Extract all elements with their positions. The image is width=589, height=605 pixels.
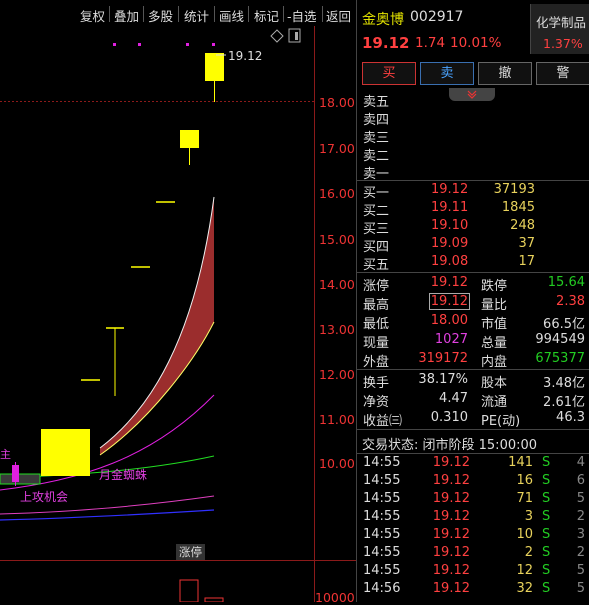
cancel-button[interactable]: 撤 <box>478 62 532 85</box>
price-tick: 13.00 <box>319 322 355 337</box>
divider <box>357 180 589 181</box>
sell-level-3[interactable]: 卖三 <box>357 127 589 146</box>
candle-gray <box>0 473 41 485</box>
volume-bar <box>179 579 199 602</box>
price-change: 1.74 <box>415 35 446 51</box>
buy-level-3[interactable]: 买三 19.10 248 <box>357 218 589 237</box>
candle-large <box>41 429 90 476</box>
diamond-icon <box>270 29 284 43</box>
stat-row: 现量 1027 总量 994549 <box>363 332 585 351</box>
tick-row: 14:55 19.12 16 S 6 <box>363 473 585 488</box>
price-tick: 16.00 <box>319 186 355 201</box>
buy-level-4[interactable]: 买四 19.09 37 <box>357 236 589 255</box>
sell-level-5[interactable]: 卖五 <box>357 91 589 110</box>
trade-status: 交易状态: 闭市阶段 15:00:00 <box>362 438 538 453</box>
candle-body <box>180 130 199 148</box>
buy-level-1[interactable]: 买一 19.12 37193 <box>357 182 589 201</box>
volume-tick: 10000 <box>315 590 355 605</box>
stat-row: 涨停 19.12 跌停 15.64 <box>363 275 585 294</box>
divider <box>357 453 589 454</box>
sell-button[interactable]: 卖 <box>420 62 474 85</box>
stat-row: 收益㈢ 0.310 PE(动) 46.3 <box>363 410 585 429</box>
sell-level-4[interactable]: 卖四 <box>357 109 589 128</box>
ma-blue <box>0 509 215 521</box>
signal-dot <box>138 43 141 46</box>
signal-dot <box>186 43 189 46</box>
tick-row: 14:55 19.12 2S 2 <box>363 545 585 560</box>
sell-level-2[interactable]: 卖二 <box>357 145 589 164</box>
stock-name: 金奥博 <box>362 12 404 28</box>
attack-chance-label: 上攻机会 <box>20 490 69 504</box>
limit-up-bar-label: 涨停 <box>176 544 205 560</box>
volume-bar <box>204 597 224 602</box>
price-tick: 15.00 <box>319 232 355 247</box>
stat-row: 换手 38.17% 股本 3.48亿 <box>363 372 585 391</box>
buy-level-5[interactable]: 买五 19.08 17 <box>357 254 589 273</box>
signal-dot <box>212 43 215 46</box>
golden-spider-label: 月金蜘蛛 <box>99 468 148 482</box>
sector-box[interactable]: 化学制品 1.37% <box>530 4 589 54</box>
price-change-pct: 10.01% <box>450 35 502 51</box>
sector-name: 化学制品 <box>536 15 587 30</box>
kline-chart[interactable]: 复权 叠加 多股 统计 画线 标记 -自选 返回 18.00 17.00 16.… <box>0 0 356 605</box>
price-tick: 12.00 <box>319 367 355 382</box>
stat-row: 最低 18.00 市值 66.5亿 <box>363 313 585 332</box>
divider <box>357 369 589 370</box>
high-price-label: 19.12 <box>228 49 263 63</box>
tick-row: 14:55 19.12 141 S 4 <box>363 455 585 470</box>
divider <box>357 429 589 430</box>
buy-level-2[interactable]: 买二 19.11 1845 <box>357 200 589 219</box>
price-tick: 14.00 <box>319 277 355 292</box>
stock-code: 002917 <box>410 9 464 25</box>
price-tick: 10.00 <box>319 456 355 471</box>
signal-dot <box>113 43 116 46</box>
sell-level-1[interactable]: 卖一 <box>357 163 589 182</box>
sector-change: 1.37% <box>543 36 583 51</box>
alert-button[interactable]: 警 <box>536 62 589 85</box>
left-fragment-label: 主 <box>0 448 11 461</box>
tick-row: 14:56 19.12 32 S 5 <box>363 581 585 596</box>
tick-row: 14:55 19.12 3S 2 <box>363 509 585 524</box>
tick-row: 14:55 19.12 71 S 5 <box>363 491 585 506</box>
upper-band-area <box>100 197 214 455</box>
buy-button[interactable]: 买 <box>362 62 416 85</box>
divider <box>357 272 589 273</box>
price-tick: 18.00 <box>319 95 355 110</box>
price-tick: 17.00 <box>319 141 355 156</box>
candle-body-top <box>205 53 224 81</box>
chart-canvas <box>0 26 356 602</box>
tick-row: 14:55 19.12 12 S 5 <box>363 563 585 578</box>
stat-row: 最高 19.12 量比 2.38 <box>363 293 585 313</box>
quote-panel: 金奥博 002917 化学制品 1.37% 19.12 1.74 10.01% … <box>356 0 589 602</box>
high-value-box: 19.12 <box>428 293 470 310</box>
window-restore-icon <box>288 28 301 43</box>
stat-row: 外盘 319172 内盘 675377 <box>363 351 585 370</box>
last-price: 19.12 <box>362 34 410 52</box>
stat-row: 净资 4.47 流通 2.61亿 <box>363 391 585 410</box>
price-tick: 11.00 <box>319 412 355 427</box>
tick-row: 14:55 19.12 10 S 3 <box>363 527 585 542</box>
